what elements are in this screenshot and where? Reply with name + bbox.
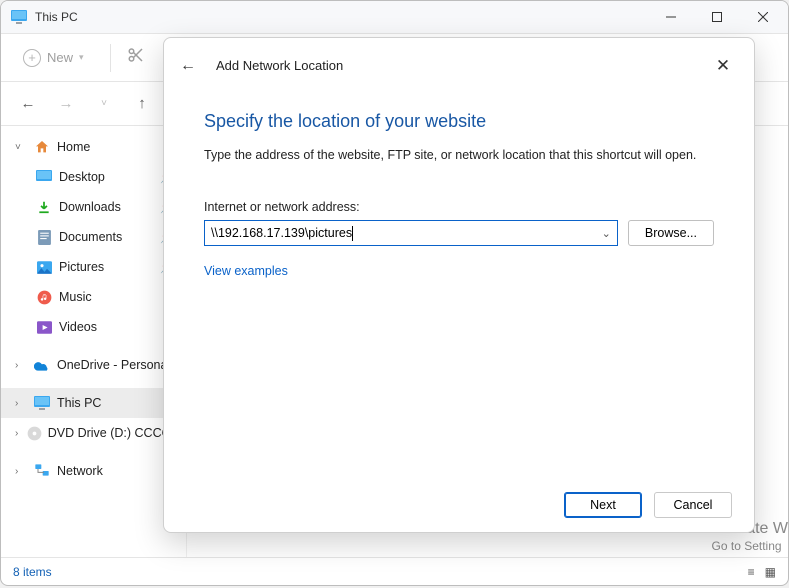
this-pc-icon <box>11 10 27 24</box>
sidebar-item-label: Music <box>59 290 92 304</box>
statusbar: 8 items ≡ ▦ <box>1 557 788 585</box>
sidebar-item-label: Network <box>57 464 103 478</box>
dialog-header: ← Add Network Location ✕ <box>164 38 754 93</box>
download-icon <box>35 200 53 214</box>
next-button[interactable]: Next <box>564 492 642 518</box>
sidebar-item-dvd[interactable]: › DVD Drive (D:) CCCOMA_X64FRE_EN-US_DV9 <box>1 418 186 448</box>
maximize-button[interactable] <box>694 2 740 33</box>
chevron-right-icon: › <box>15 466 27 477</box>
cut-button[interactable] <box>127 46 145 69</box>
chevron-down-icon[interactable]: ⌄ <box>602 227 611 240</box>
nav-up-button[interactable]: ↑ <box>125 87 159 121</box>
toolbar-divider <box>110 44 111 72</box>
sidebar-item-onedrive[interactable]: › OneDrive - Personal <box>1 350 186 380</box>
add-network-location-dialog: ← Add Network Location ✕ Specify the loc… <box>163 37 755 533</box>
cloud-icon <box>33 359 51 371</box>
sidebar-item-videos[interactable]: Videos <box>1 312 186 342</box>
videos-icon <box>35 321 53 334</box>
close-button[interactable] <box>740 2 786 33</box>
chevron-right-icon: › <box>15 398 27 409</box>
sidebar-item-label: This PC <box>57 396 101 410</box>
chevron-right-icon: › <box>15 428 21 439</box>
address-input[interactable]: \\192.168.17.139\pictures ⌄ <box>204 220 618 246</box>
dialog-heading: Specify the location of your website <box>204 111 714 132</box>
network-icon <box>33 464 51 478</box>
text-cursor <box>352 226 353 241</box>
sidebar-item-pictures[interactable]: Pictures 📌 <box>1 252 186 282</box>
nav-back-button[interactable]: ← <box>11 87 45 121</box>
dialog-description: Type the address of the website, FTP sit… <box>204 148 714 162</box>
window-title: This PC <box>35 10 78 24</box>
view-examples-link[interactable]: View examples <box>204 264 288 278</box>
address-value: \\192.168.17.139\pictures <box>211 226 352 240</box>
music-icon <box>35 290 53 305</box>
desktop-icon <box>35 170 53 184</box>
new-button[interactable]: + New ▾ <box>13 43 94 73</box>
document-icon <box>35 230 53 245</box>
this-pc-icon <box>33 396 51 410</box>
sidebar-item-music[interactable]: Music <box>1 282 186 312</box>
sidebar-item-home[interactable]: ˅ Home <box>1 132 186 162</box>
new-label: New <box>47 50 73 65</box>
details-view-button[interactable]: ≡ <box>748 565 755 579</box>
sidebar-item-label: Desktop <box>59 170 105 184</box>
address-field-label: Internet or network address: <box>204 200 714 214</box>
thumbnails-view-button[interactable]: ▦ <box>765 565 776 579</box>
chevron-down-icon: ▾ <box>79 52 84 63</box>
chevron-down-icon: ˅ <box>15 142 27 153</box>
plus-icon: + <box>23 49 41 67</box>
sidebar-item-desktop[interactable]: Desktop 📌 <box>1 162 186 192</box>
sidebar-item-network[interactable]: › Network <box>1 456 186 486</box>
dialog-title: Add Network Location <box>216 58 343 73</box>
sidebar-item-label: Downloads <box>59 200 121 214</box>
minimize-button[interactable] <box>648 2 694 33</box>
pictures-icon <box>35 261 53 274</box>
sidebar-item-label: Videos <box>59 320 97 334</box>
cancel-button[interactable]: Cancel <box>654 492 732 518</box>
dialog-body: Specify the location of your website Typ… <box>164 93 754 478</box>
back-button[interactable]: ← <box>180 57 208 75</box>
sidebar-item-label: DVD Drive (D:) CCCOMA_X64FRE_EN-US_DV9 <box>48 426 178 440</box>
status-items: 8 items <box>13 565 52 579</box>
browse-button[interactable]: Browse... <box>628 220 714 246</box>
sidebar-item-label: Pictures <box>59 260 104 274</box>
sidebar-item-downloads[interactable]: Downloads 📌 <box>1 192 186 222</box>
sidebar-item-label: Home <box>57 140 90 154</box>
home-icon <box>33 139 51 155</box>
sidebar-item-thispc[interactable]: › This PC <box>1 388 186 418</box>
titlebar: This PC <box>1 1 788 34</box>
nav-recent-button[interactable]: ˅ <box>87 87 121 121</box>
sidebar-item-label: Documents <box>59 230 122 244</box>
sidebar-item-documents[interactable]: Documents 📌 <box>1 222 186 252</box>
sidebar-item-label: OneDrive - Personal <box>57 358 170 372</box>
nav-forward-button[interactable]: → <box>49 87 83 121</box>
close-icon[interactable]: ✕ <box>708 51 738 81</box>
sidebar: ˅ Home Desktop 📌 Downloads 📌 Documents 📌 <box>1 126 187 557</box>
dialog-footer: Next Cancel <box>164 478 754 532</box>
disc-icon <box>27 426 42 441</box>
chevron-right-icon: › <box>15 360 27 371</box>
